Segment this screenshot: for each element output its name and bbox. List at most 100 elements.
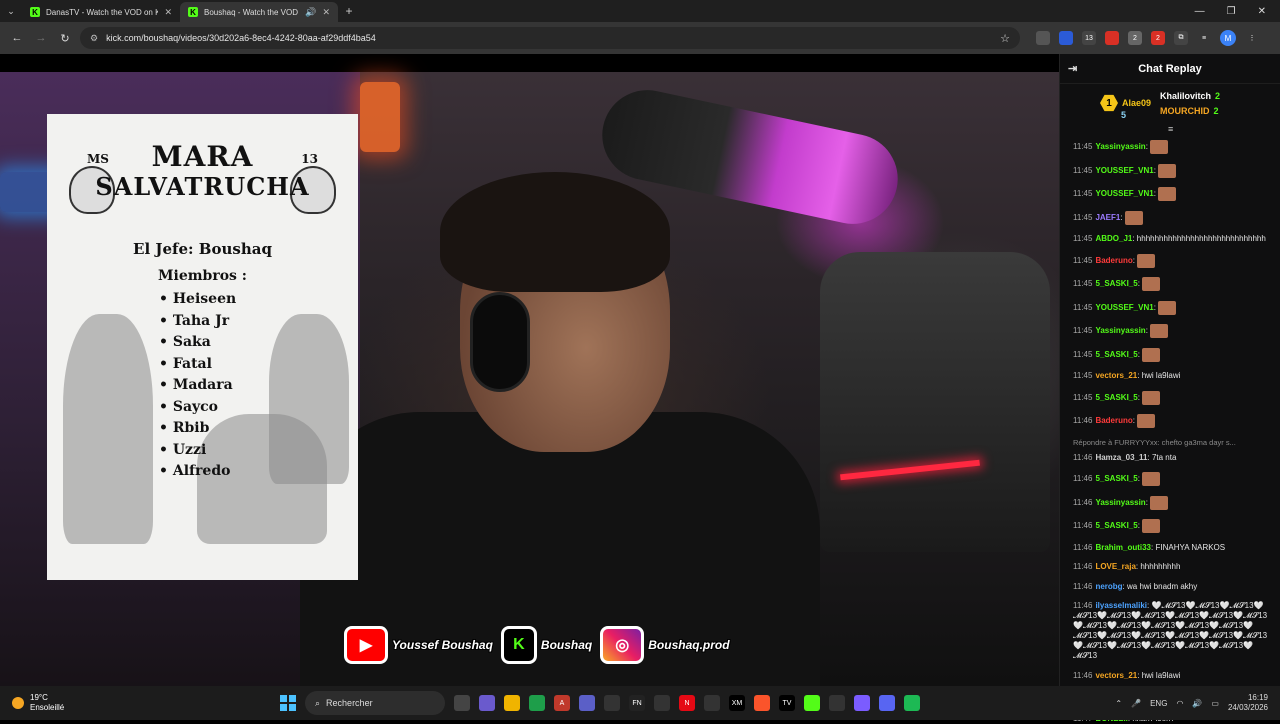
new-tab-button[interactable]: + [338, 4, 360, 18]
message-username[interactable]: 5_SASKI_5 [1095, 521, 1137, 530]
collapse-chat-icon[interactable]: ⇥ [1068, 62, 1077, 75]
xm-icon[interactable]: XM [729, 695, 745, 711]
reload-button[interactable]: ↻ [56, 29, 74, 47]
message-username[interactable]: Hamza_03_11 [1095, 453, 1147, 462]
chat-message[interactable]: 11:46 ilyasselmaliki: 🤍𝓜𝓢13🤍𝓜𝓢13🤍𝓜𝓢13🤍𝓜𝓢1… [1073, 601, 1276, 661]
message-username[interactable]: vectors_21 [1095, 371, 1137, 380]
tab-close-icon[interactable]: ✕ [164, 7, 172, 18]
taskbar-search[interactable]: ⌕ Rechercher [305, 691, 445, 715]
message-username[interactable]: 5_SASKI_5 [1095, 279, 1137, 288]
profile-avatar[interactable]: M [1220, 30, 1236, 46]
video-player[interactable]: MS 13 MARA SALVATRUCHA El Jefe: Boushaq … [0, 54, 1059, 686]
chat-message[interactable]: 11:45 ABDO_J1: hhhhhhhhhhhhhhhhhhhhhhhhhh… [1073, 234, 1276, 244]
message-username[interactable]: ilyasselmaliki [1095, 601, 1147, 610]
extension-icon[interactable] [1036, 31, 1050, 45]
chat-message[interactable]: 11:45 Yassinyassin: [1073, 140, 1276, 154]
tab-danastv[interactable]: K DanasTV - Watch the VOD on Kick ✕ [22, 2, 180, 22]
clock[interactable]: 16:19 24/03/2026 [1228, 693, 1268, 713]
wifi-icon[interactable]: ◠ [1176, 699, 1183, 708]
message-username[interactable]: Yassinyassin [1095, 326, 1145, 335]
tab-close-icon[interactable]: ✕ [322, 7, 330, 18]
site-info-icon[interactable]: ⚙ [90, 33, 98, 44]
leaderboard-third[interactable]: MOURCHID 2 [1160, 106, 1219, 116]
chat-message[interactable]: 11:46 LOVE_raja: hhhhhhhhh [1073, 562, 1276, 572]
chat-message[interactable]: 11:45 vectors_21: hwi la9lawi [1073, 371, 1276, 381]
message-username[interactable]: Baderuno [1095, 256, 1132, 265]
emote-icon[interactable] [1150, 495, 1169, 510]
emote-icon[interactable] [1158, 300, 1177, 315]
app-icon[interactable] [654, 695, 670, 711]
windows-start-icon[interactable] [280, 695, 296, 711]
spotify-icon[interactable] [904, 695, 920, 711]
menu-dots-icon[interactable]: ⋮ [1245, 31, 1259, 45]
chat-message[interactable]: 11:46 5_SASKI_5: [1073, 472, 1276, 486]
emote-icon[interactable] [1150, 324, 1169, 338]
message-username[interactable]: YOUSSEF_VN1 [1095, 303, 1153, 312]
chat-message[interactable]: 11:46 Brahim_outi33: FINAHYA NARKOS [1073, 543, 1276, 553]
kick-app-icon[interactable] [804, 695, 820, 711]
message-username[interactable]: Brahim_outi33 [1095, 543, 1151, 552]
emote-icon[interactable] [1150, 140, 1169, 154]
emote-icon[interactable] [1137, 414, 1156, 428]
chat-message[interactable]: 11:46 5_SASKI_5: [1073, 519, 1276, 533]
message-username[interactable]: Yassinyassin [1095, 498, 1145, 507]
task-view-icon[interactable] [454, 695, 470, 711]
message-username[interactable]: vectors_21 [1095, 671, 1137, 680]
weather-widget[interactable]: 19°C Ensoleillé [0, 693, 280, 713]
chat-message[interactable]: 11:45 JAEF1: [1073, 210, 1276, 225]
chat-message[interactable]: 11:46 Baderuno: [1073, 414, 1276, 428]
emote-icon[interactable] [1142, 347, 1161, 362]
emote-icon[interactable] [1158, 163, 1177, 178]
calculator-icon[interactable] [604, 695, 620, 711]
maximize-button[interactable]: ❐ [1227, 6, 1236, 17]
speaker-icon[interactable]: 🔊 [305, 7, 316, 18]
emote-icon[interactable] [1142, 519, 1161, 533]
leaderboard-second[interactable]: Khalilovitch 2 [1160, 91, 1220, 101]
microphone-icon[interactable]: 🎤 [1131, 699, 1141, 708]
message-username[interactable]: LOVE_raja [1095, 562, 1135, 571]
chat-message[interactable]: 11:45 5_SASKI_5: [1073, 390, 1276, 405]
chat-message[interactable]: 11:45 Yassinyassin: [1073, 324, 1276, 338]
minimize-button[interactable]: — [1195, 6, 1205, 17]
forward-button[interactable]: → [32, 29, 50, 47]
emote-icon[interactable] [1142, 277, 1161, 291]
message-username[interactable]: JAEF1 [1095, 213, 1120, 222]
chat-message[interactable]: 11:45 YOUSSEF_VN1: [1073, 300, 1276, 315]
extension-badge-icon[interactable]: 2 [1151, 31, 1165, 45]
copilot-icon[interactable] [479, 695, 495, 711]
file-explorer-icon[interactable] [504, 695, 520, 711]
message-username[interactable]: Yassinyassin [1095, 142, 1145, 151]
app-icon[interactable] [704, 695, 720, 711]
reading-list-icon[interactable]: ≡ [1197, 31, 1211, 45]
message-username[interactable]: YOUSSEF_VN1 [1095, 166, 1153, 175]
message-username[interactable]: 5_SASKI_5 [1095, 350, 1137, 359]
volume-icon[interactable]: 🔊 [1192, 699, 1202, 708]
address-bar[interactable]: ⚙ kick.com/boushaq/videos/30d202a6-8ec4-… [80, 27, 1020, 49]
extension-badge-icon[interactable]: 13 [1082, 31, 1096, 45]
tab-search-icon[interactable]: ⌄ [0, 0, 22, 22]
message-username[interactable]: ABDO_J1 [1095, 234, 1132, 243]
emote-icon[interactable] [1142, 390, 1161, 405]
chrome-icon[interactable] [529, 695, 545, 711]
extension-icon[interactable] [1105, 31, 1119, 45]
chat-message[interactable]: 11:45 YOUSSEF_VN1: [1073, 187, 1276, 201]
chat-message[interactable]: 11:45 5_SASKI_5: [1073, 277, 1276, 291]
battery-icon[interactable]: ▭ [1211, 699, 1219, 708]
chat-message[interactable]: 11:46 vectors_21: hwi la9lawi [1073, 671, 1276, 681]
netflix-icon[interactable]: N [679, 695, 695, 711]
close-window-button[interactable]: ✕ [1258, 6, 1266, 17]
extension-icon[interactable] [1059, 31, 1073, 45]
message-username[interactable]: YOUSSEF_VN1 [1095, 189, 1153, 198]
emote-icon[interactable] [1137, 253, 1156, 268]
tradingview-icon[interactable]: TV [779, 695, 795, 711]
language-indicator[interactable]: ENG [1150, 699, 1167, 708]
emote-icon[interactable] [1158, 187, 1177, 201]
brave-icon[interactable] [754, 695, 770, 711]
chat-message[interactable]: 11:46 Hamza_03_11: 7ta nta [1073, 453, 1276, 463]
emote-icon[interactable] [1124, 210, 1143, 225]
chat-message[interactable]: 11:45 5_SASKI_5: [1073, 347, 1276, 362]
app-icon[interactable] [854, 695, 870, 711]
discord-icon[interactable] [879, 695, 895, 711]
teams-icon[interactable] [579, 695, 595, 711]
extensions-puzzle-icon[interactable]: ⧉ [1174, 31, 1188, 45]
